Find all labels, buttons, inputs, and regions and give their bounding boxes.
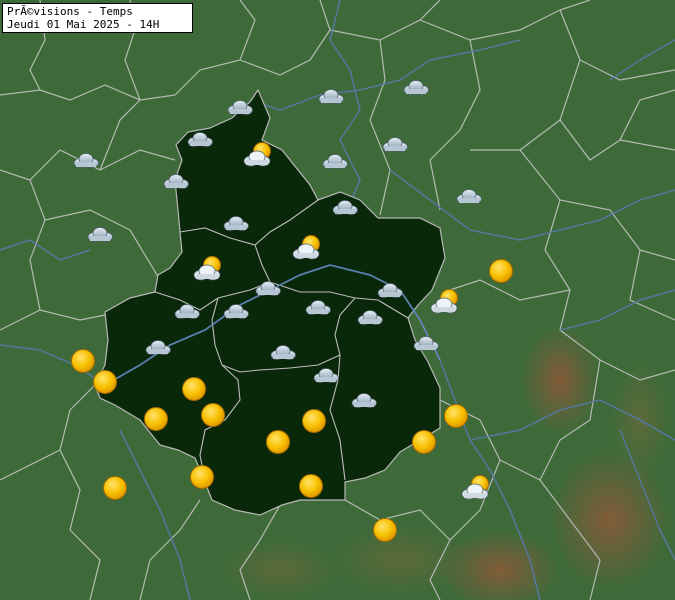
map-base [0,0,675,600]
sun-icon [266,430,290,454]
sun-icon [302,409,326,433]
sun-icon [412,430,436,454]
map-title-box: PrÃ©visions - Temps Jeudi 01 Mai 2025 - … [2,3,193,33]
sun-icon [444,404,468,428]
sun-icon [373,518,397,542]
sun-icon [71,349,95,373]
sun-icon [182,377,206,401]
sun-icon [489,259,513,283]
sun-icon [103,476,127,500]
map-date: Jeudi 01 Mai 2025 - 14H [7,18,160,31]
weather-map: PrÃ©visions - Temps Jeudi 01 Mai 2025 - … [0,0,675,600]
sun-icon [144,407,168,431]
sun-icon [190,465,214,489]
sun-icon [93,370,117,394]
map-title: PrÃ©visions - Temps [7,5,133,18]
sun-icon [201,403,225,427]
sun-icon [299,474,323,498]
